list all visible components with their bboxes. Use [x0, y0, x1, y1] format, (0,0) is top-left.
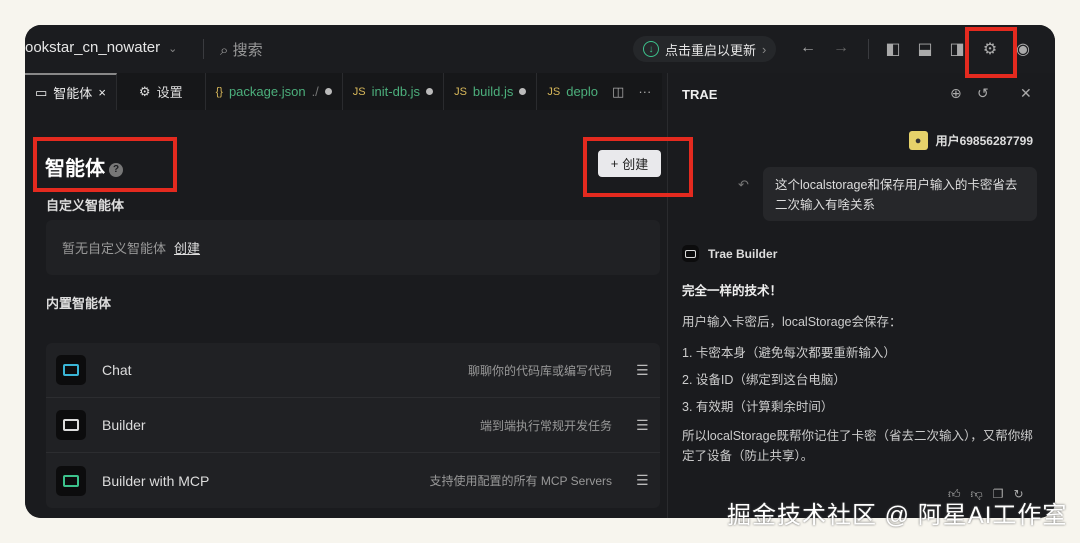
js-icon: JS — [352, 85, 366, 98]
toggle-bottom-panel-icon[interactable]: ⬓ — [915, 39, 935, 59]
agent-icon: ▭ — [35, 84, 48, 100]
close-icon[interactable]: ✕ — [1020, 85, 1032, 102]
user-info: ● 用户69856287799 — [908, 131, 1033, 150]
user-name: 用户69856287799 — [935, 134, 1033, 148]
search-box[interactable]: ⌕ 搜索 — [220, 39, 263, 60]
user-message: 这个localstorage和保存用户输入的卡密省去二次输入有啥关系 — [763, 167, 1037, 221]
divider — [868, 39, 869, 59]
watermark: 掘金技术社区 @ 阿星AI工作室 — [727, 502, 1068, 529]
agent-desc: 聊聊你的代码库或编写代码 — [467, 363, 612, 378]
js-icon: JS — [547, 85, 561, 98]
tab-init-db[interactable]: JS init-db.js — [343, 73, 445, 110]
tab-label: build.js — [472, 84, 514, 99]
tab-label: 智能体 — [53, 86, 93, 101]
agent-desc: 支持使用配置的所有 MCP Servers — [429, 474, 612, 488]
custom-agents-empty: 暂无自定义智能体 创建 — [46, 220, 660, 275]
ide-window: ookstar_cn_nowater ⌄ ⌕ 搜索 ↓ 点击重启以更新 › ← → ◧… — [25, 25, 1055, 518]
agent-desc: 端到端执行常规开发任务 — [479, 418, 612, 433]
agent-name: Builder — [102, 417, 146, 433]
reply-line: 用户输入卡密后，localStorage会保存： — [682, 315, 902, 329]
back-icon[interactable]: ← — [798, 39, 818, 57]
chevron-down-icon: ⌄ — [168, 43, 178, 55]
more-icon[interactable]: ··· — [638, 84, 651, 99]
list-menu-icon[interactable]: ☰ — [636, 472, 650, 489]
chat-panel: TRAE ⊕ ↺ ✕ ● 用户69856287799 ↶ 这个localstora… — [667, 73, 1055, 518]
tab-label: deplo — [566, 84, 599, 99]
tab-label: 设置 — [156, 85, 183, 100]
builder-agent-icon — [682, 245, 699, 262]
undo-icon[interactable]: ↶ — [738, 177, 749, 193]
split-editor-icon[interactable]: ◫ — [612, 84, 624, 100]
divider — [203, 39, 204, 59]
reply-line: 所以localStorage既帮你记住了卡密（省去二次输入），又帮你绑定了设备（… — [682, 429, 1033, 463]
agent-row-builder-mcp[interactable]: Builder with MCP 支持使用配置的所有 MCP Servers ☰ — [46, 453, 660, 508]
avatar: ● — [908, 131, 928, 150]
create-link[interactable]: 创建 — [174, 238, 200, 257]
update-label: 点击重启以更新 — [665, 42, 757, 58]
forward-icon[interactable]: → — [831, 39, 851, 57]
new-chat-icon[interactable]: ⊕ — [950, 85, 962, 102]
chat-title: TRAE — [682, 87, 718, 102]
custom-agents-heading: 自定义智能体 — [46, 198, 125, 213]
editor-tabs: ▭ 智能体 × ⚙ 设置 {} package.json ./ JS init-db.js … — [25, 73, 662, 110]
chevron-right-icon: › — [762, 41, 767, 57]
list-menu-icon[interactable]: ☰ — [636, 417, 650, 434]
unsaved-dot — [519, 88, 527, 95]
list-menu-icon[interactable]: ☰ — [636, 362, 650, 379]
annotation-box-settings — [965, 27, 1017, 78]
json-icon: {} — [215, 85, 223, 98]
agent-row-builder[interactable]: Builder 端到端执行常规开发任务 ☰ — [46, 398, 660, 453]
gear-icon: ⚙ — [138, 83, 151, 99]
tab-label: package.json — [228, 84, 306, 99]
builtin-agents-heading: 内置智能体 — [46, 296, 112, 311]
history-icon[interactable]: ↺ — [977, 85, 989, 102]
tab-path: ./ — [311, 84, 319, 99]
js-icon: JS — [454, 85, 467, 98]
reply-line: 1. 卡密本身（避免每次都要重新输入） — [682, 346, 896, 360]
agent-name: Chat — [102, 362, 132, 378]
search-icon: ⌕ — [220, 42, 229, 59]
tab-package-json[interactable]: {} package.json ./ — [206, 73, 343, 110]
tab-settings[interactable]: ⚙ 设置 — [117, 73, 206, 110]
builder-agent-icon — [56, 410, 86, 440]
reply-line: 完全一样的技术！ — [682, 284, 783, 298]
annotation-box-title — [33, 137, 177, 192]
title-bar: ookstar_cn_nowater ⌄ ⌕ 搜索 ↓ 点击重启以更新 › ← → ◧… — [25, 25, 1055, 73]
download-icon: ↓ — [643, 41, 659, 57]
bot-header: Trae Builder — [682, 245, 777, 262]
agent-row-chat[interactable]: Chat 聊聊你的代码库或编写代码 ☰ — [46, 343, 660, 398]
reply-line: 3. 有效期（计算剩余时间） — [682, 400, 834, 414]
unsaved-dot — [426, 88, 434, 95]
unsaved-dot — [324, 88, 332, 95]
reply-line: 2. 设备ID（绑定到这台电脑） — [682, 373, 846, 387]
tab-label: init-db.js — [371, 84, 421, 99]
toggle-right-panel-icon[interactable]: ◨ — [947, 39, 967, 59]
toggle-left-panel-icon[interactable]: ◧ — [883, 39, 903, 59]
tab-agents[interactable]: ▭ 智能体 × — [25, 73, 117, 110]
chat-agent-icon — [56, 355, 86, 385]
agent-name: Builder with MCP — [102, 472, 210, 489]
tab-build[interactable]: JS build.js — [444, 73, 538, 110]
builtin-agents-list: Chat 聊聊你的代码库或编写代码 ☰ Builder 端到端执行常规开发任务 ☰ Bu… — [46, 343, 660, 508]
tab-deploy[interactable]: JS deplo — [537, 73, 608, 110]
project-selector[interactable]: ookstar_cn_nowater ⌄ — [25, 39, 177, 56]
project-name: ookstar_cn_nowater — [25, 39, 161, 56]
close-icon[interactable]: × — [98, 85, 106, 100]
empty-text: 暂无自定义智能体 — [62, 241, 167, 256]
search-label: 搜索 — [232, 42, 263, 59]
bot-name: Trae Builder — [708, 246, 778, 261]
annotation-box-create — [583, 137, 693, 197]
builder-mcp-agent-icon — [56, 465, 86, 496]
update-button[interactable]: ↓ 点击重启以更新 › — [633, 36, 777, 62]
